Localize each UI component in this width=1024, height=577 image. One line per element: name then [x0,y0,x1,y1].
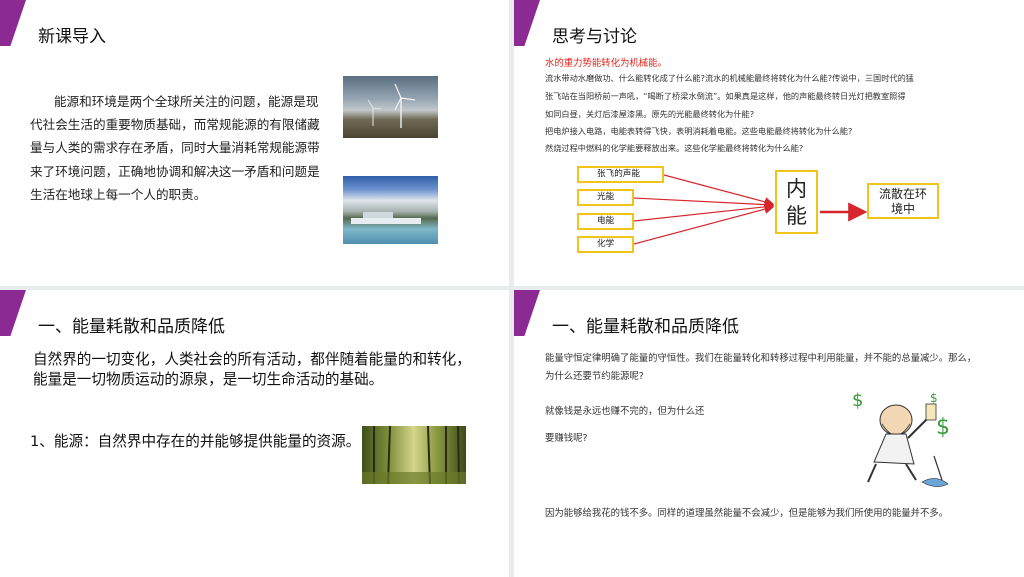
discussion-line: 然烧过程中燃料的化学能要释放出来。这些化学能最终将转化为什么能? [545,143,804,153]
slide-1[interactable]: 新课导入 能源和环境是两个全球所关注的问题，能源是现代社会生活的重要物质基础，而… [0,0,509,286]
red-note: 水的重力势能转化为机械能。 [545,58,667,69]
energy-definition: 1、能源：自然界中存在的并能够提供能量的资源。 [30,433,361,450]
accent-corner [514,290,540,336]
money-question-1: 就像钱是永远也赚不完的，但为什么还 [545,406,705,417]
accent-corner [0,290,26,336]
accent-corner [0,0,26,46]
intro-paragraph: 能源和环境是两个全球所关注的问题，能源是现代社会生活的重要物质基础，而常规能源的… [30,94,320,202]
money-answer: 因为能够给我花的钱不多。同样的道理虽然能量不会减少，但是能够为我们所使用的能量并… [545,508,949,519]
discussion-line: 张飞站在当阳桥前一声吼，“喝断了桥梁水倒流”。如果真是这样，他的声能最终转日光灯… [545,91,906,101]
arrow-sound [663,174,775,207]
source-box-chemical: 化学 [577,236,634,253]
source-box-electric: 电能 [577,213,634,230]
slide-4[interactable]: 一、能量耗散和品质降低 能量守恒定律明确了能量的守恒性。我们在能量转化和转移过程… [514,290,1024,577]
svg-text:$: $ [930,391,938,405]
source-box-light: 光能 [577,189,634,206]
energy-text: 自然界的一切变化，人类社会的所有活动，都伴随着能量的和转化，能量是一切物质运动的… [33,351,471,388]
internal-energy-line2: 能 [786,204,807,228]
internal-energy-line1: 内 [786,177,807,201]
hydropower-dam-photo [343,176,438,244]
arrow-light [633,197,775,210]
dissipation-line2: 境中 [890,202,915,216]
slide-title: 新课导入 [38,27,106,47]
dissipation-line1: 流散在环 [878,187,927,201]
discussion-line: 把电炉接入电路，电能表转得飞快，表明消耗着电能。这些电能最终将转化为什么能? [545,126,853,136]
svg-text:$: $ [852,390,863,411]
conservation-text: 能量守恒定律明确了能量的守恒性。我们在能量转化和转移过程中利用能量，并不能的总量… [545,353,977,382]
slide-title: 一、能量耗散和品质降低 [38,317,225,337]
accent-corner [514,0,540,46]
arrow-elec [633,202,775,222]
svg-text:$: $ [936,415,950,440]
internal-energy-box: 内 能 [775,170,818,234]
slide-title: 一、能量耗散和品质降低 [552,317,739,337]
dissipation-box: 流散在环 境中 [867,183,939,219]
arrow-chem [633,204,775,245]
wind-turbine-photo [343,76,438,138]
forest-photo [362,425,466,485]
slide-title: 思考与讨论 [552,27,637,47]
discussion-line: 流水带动水磨做功、什么能转化成了什么能?流水的机械能最终将转化为什么能?传说中，… [545,73,914,83]
slide-2[interactable]: 思考与讨论 水的重力势能转化为机械能。 流水带动水磨做功、什么能转化成了什么能?… [514,0,1024,286]
source-box-sound: 张飞的声能 [577,166,664,183]
slide-3[interactable]: 一、能量耗散和品质降低 自然界的一切变化，人类社会的所有活动，都伴随着能量的和转… [0,290,509,577]
money-cartoon: $ $ $ [844,384,964,492]
money-question-2: 要赚钱呢? [545,433,588,444]
discussion-line: 如同白昼，关灯后漆屋漆黑。原先的光能最终转化为什能? [545,109,755,119]
